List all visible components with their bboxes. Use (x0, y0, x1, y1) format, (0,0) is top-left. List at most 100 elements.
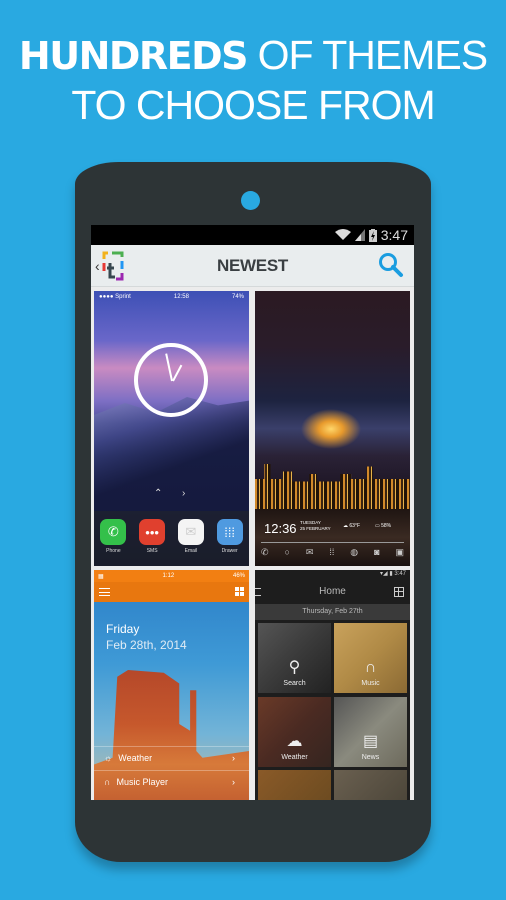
tile-extra (334, 770, 407, 800)
battery-level: 46% (232, 573, 245, 579)
widget-date-text: 25 FEBRUARY (300, 526, 331, 531)
theme-status-bar: ▦ 1:12 46% (94, 570, 249, 582)
status-bar: 3:47 (91, 225, 414, 245)
chevron-right-icon: › (182, 488, 186, 499)
app-label: Email (184, 548, 198, 554)
theme-date: Thursday, Feb 27th (255, 604, 410, 620)
battery-charging-icon (368, 228, 377, 242)
chat-icon: ○ (284, 547, 290, 557)
tile-news: ▤ News (334, 697, 407, 767)
search-icon: ⚲ (288, 659, 301, 676)
divider (261, 542, 404, 543)
widget-battery-level: 58% (381, 523, 392, 529)
theme-toolbar (94, 582, 249, 602)
cloud-icon: ☁ (286, 733, 303, 750)
tile-label: Music (361, 680, 380, 687)
theme-time: 1:12 (162, 573, 175, 579)
dock-app: ✆ Phone (100, 519, 127, 566)
search-icon[interactable] (378, 252, 404, 278)
dock: ✆ Phone ••• SMS ✉ Email ⁞⁞⁞ Drawer (94, 511, 249, 566)
camera-icon: ◙ (374, 547, 380, 557)
theme-status-bar: ▾◢ ▮ 3:47 (380, 571, 406, 577)
tile-extra (258, 770, 331, 800)
sun-icon: ☼ (104, 752, 113, 763)
app-label: Phone (106, 548, 121, 554)
theme-status-bar: ●●●● Sprint 12:58 74% (94, 291, 249, 302)
theme-card[interactable]: ▦ 1:12 46% Friday Feb 28th, 2014 ☼ Weathe… (94, 570, 249, 800)
list-item: ☼ Weather › (94, 746, 249, 768)
phone-frame: 3:47 ‹ NEWEST ●●●● Sprint 12:58 74% ⌃ › … (75, 162, 431, 862)
theme-date: Feb 28th, 2014 (106, 638, 187, 652)
gallery-icon: ▣ (395, 547, 404, 557)
sms-icon: ••• (139, 519, 166, 545)
globe-icon: ◍ (350, 547, 359, 557)
list-item-label: Weather (118, 752, 153, 763)
tile-label: Weather (281, 754, 308, 761)
widget-time: 12:36 (264, 521, 297, 536)
city-skyline (255, 464, 410, 509)
headphones-icon: ∩ (104, 776, 111, 787)
chevron-right-icon: › (232, 776, 235, 787)
theme-time: 3:47 (394, 571, 406, 577)
theme-toolbar: Home (255, 581, 410, 603)
camera-icon (241, 191, 260, 210)
newspaper-icon: ▤ (362, 733, 379, 750)
clock-icon (134, 343, 208, 417)
headline: HUNDREDS OF THEMES TO CHOOSE FROM (0, 30, 506, 129)
dock: ✆ ○ ✉ ⁞⁞ ◍ ◙ ▣ (261, 547, 404, 558)
drawer-icon: ⁞⁞⁞ (216, 519, 243, 545)
chevron-left-icon[interactable]: ‹ (95, 258, 100, 274)
theme-grid: ●●●● Sprint 12:58 74% ⌃ › ✆ Phone ••• SM… (91, 288, 414, 800)
widget-weather: ☁ 63°F (343, 523, 361, 529)
tile-weather: ☁ Weather (258, 697, 331, 767)
headline-line-1: HUNDREDS OF THEMES (0, 30, 506, 81)
phone-screen: 3:47 ‹ NEWEST ●●●● Sprint 12:58 74% ⌃ › … (91, 225, 414, 800)
list-item-label: Music Player (116, 776, 168, 787)
app-logo[interactable] (102, 251, 124, 281)
dock-app: ✉ Email (177, 519, 204, 566)
carrier: ●●●● Sprint (99, 293, 131, 300)
apps-icon: ⁞⁞ (329, 547, 335, 557)
theme-day: Friday (106, 622, 140, 636)
widget-date: TUESDAY 25 FEBRUARY (300, 520, 331, 532)
signal-icon (354, 229, 365, 241)
headline-line-2: TO CHOOSE FROM (71, 82, 435, 128)
page-title: NEWEST (217, 255, 288, 275)
clock-minute-hand (165, 353, 173, 382)
menu-icon (99, 588, 110, 596)
app-label: SMS (146, 548, 158, 554)
tile-search: ⚲ Search (258, 623, 331, 693)
theme-card[interactable]: 12:36 TUESDAY 25 FEBRUARY ☁ 63°F ▭ 58% ✆ … (255, 291, 410, 566)
widget-temp: 63°F (349, 523, 361, 529)
calendar-icon: ▦ (98, 573, 104, 580)
dock-app: ⁞⁞⁞ Drawer (216, 519, 243, 566)
headphones-icon: ∩ (364, 659, 377, 676)
headline-bold: HUNDREDS (18, 34, 249, 78)
phone-icon: ✆ (261, 547, 269, 557)
chevron-up-icon: ⌃ (154, 488, 163, 499)
app-bar: ‹ NEWEST (91, 245, 414, 287)
mail-icon: ✉ (305, 547, 314, 557)
theme-card[interactable]: ●●●● Sprint 12:58 74% ⌃ › ✆ Phone ••• SM… (94, 291, 249, 566)
theme-title: Home (319, 586, 346, 597)
theme-time: 12:58 (173, 293, 189, 300)
wifi-icon (334, 229, 351, 240)
menu-icon (255, 588, 261, 596)
battery-level: 74% (231, 293, 244, 300)
dock-app: ••• SMS (139, 519, 166, 566)
list-item: ∩ Music Player › (94, 770, 249, 792)
tile-label: Search (283, 680, 306, 687)
chevron-right-icon: › (232, 752, 235, 763)
clock-hour-hand (172, 364, 183, 382)
phone-icon: ✆ (100, 519, 127, 545)
status-time: 3:47 (380, 227, 408, 243)
headline-rest: OF THEMES (257, 32, 488, 78)
theme-card[interactable]: ▾◢ ▮ 3:47 Home Thursday, Feb 27th ⚲ Searc… (255, 570, 410, 800)
clock-widget: 12:36 TUESDAY 25 FEBRUARY ☁ 63°F ▭ 58% ✆ … (255, 509, 410, 566)
email-icon: ✉ (177, 519, 204, 545)
tile-label: News (361, 754, 380, 761)
widget-day: TUESDAY (300, 520, 321, 525)
app-label: Drawer (221, 548, 238, 554)
grid-icon (394, 587, 404, 597)
tile-music: ∩ Music (334, 623, 407, 693)
